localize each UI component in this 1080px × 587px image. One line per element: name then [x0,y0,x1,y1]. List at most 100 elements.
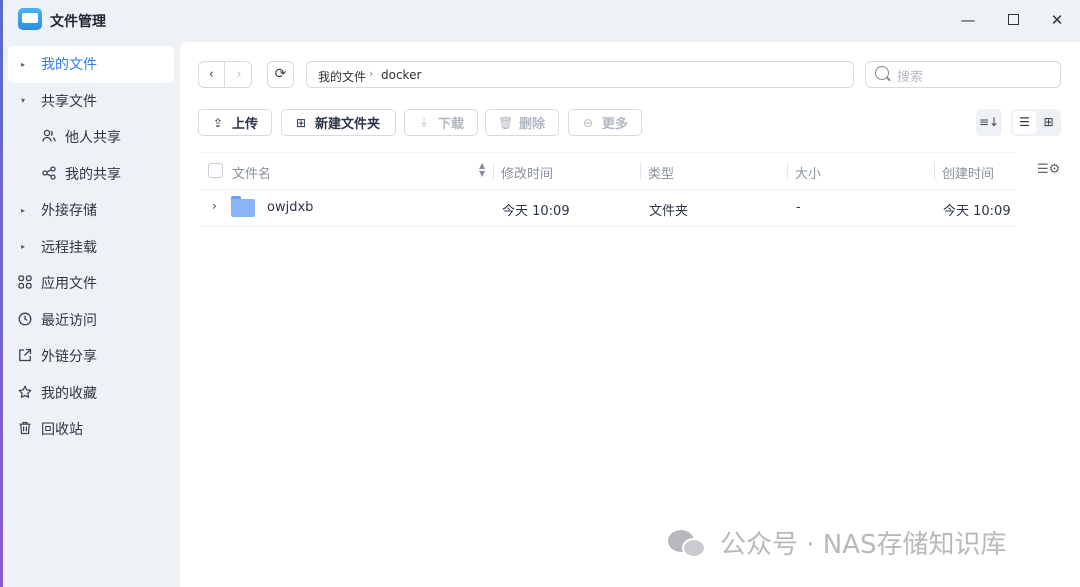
grid-view-icon: ⊞ [1043,115,1054,129]
column-settings-icon[interactable]: ☰⚙ [1037,162,1060,177]
column-divider[interactable] [934,162,935,180]
chevron-right-icon: › [369,67,374,80]
delete-button[interactable]: 🗑 删除 [485,109,559,136]
list-view-button[interactable]: ☰ [1013,111,1036,134]
sidebar-item-label: 他人共享 [65,130,121,147]
star-icon [17,385,33,401]
share-icon [41,166,57,182]
sidebar-item-my-files[interactable]: ▸ 我的文件 [8,46,174,83]
search-input[interactable]: 搜索 [865,61,1061,88]
history-nav: ‹ › [198,61,252,88]
new-folder-label: 新建文件夹 [315,117,381,132]
back-button[interactable]: ‹ [199,62,225,87]
sidebar-item-label: 外链分享 [41,349,97,366]
more-button[interactable]: ⊖ 更多 [568,109,642,136]
trash-icon: 🗑 [498,115,514,130]
sidebar-item-link-share[interactable]: 外链分享 [8,338,174,375]
sidebar-item-shared-by-others[interactable]: 他人共享 [8,119,174,156]
window-edge-accent [0,0,3,587]
sidebar-item-label: 远程挂载 [41,239,97,256]
upload-label: 上传 [232,117,259,132]
breadcrumb-docker[interactable]: docker [381,68,421,82]
sidebar-item-favorites[interactable]: 我的收藏 [8,375,174,412]
sidebar: ▸ 我的文件 ▾ 共享文件 他人共享 我的共享 ▸ 外接存储 ▸ 远程挂载 应用… [8,46,174,448]
file-type: 文件夹 [649,204,689,219]
main-panel: ‹ › ⟳ 我的文件 › docker 搜索 ⇪ 上传 ⊞ 新建文件夹 ⤓ 下载… [180,42,1080,587]
sidebar-item-shared-files[interactable]: ▾ 共享文件 [8,83,174,120]
view-toggle: ☰ ⊞ [1011,109,1061,136]
sort-button[interactable]: ≡↓ [976,109,1002,136]
sidebar-item-app-files[interactable]: 应用文件 [8,265,174,302]
sidebar-item-label: 我的收藏 [41,385,97,402]
close-button[interactable]: ✕ [1047,10,1067,30]
caret-right-icon[interactable]: ▸ [21,242,25,251]
maximize-button[interactable] [1003,10,1023,30]
refresh-button[interactable]: ⟳ [267,61,294,88]
column-header-created[interactable]: 创建时间 [942,163,994,182]
minimize-button[interactable]: — [958,10,978,30]
sidebar-item-external-storage[interactable]: ▸ 外接存储 [8,192,174,229]
trash-icon [17,421,33,437]
maximize-icon [1007,14,1019,25]
list-view-icon: ☰ [1019,115,1030,129]
column-divider[interactable] [640,162,641,180]
breadcrumb[interactable]: 我的文件 › docker [306,61,854,88]
sidebar-item-label: 应用文件 [41,276,97,293]
table-header: 文件名 ▲ ▼ 修改时间 类型 大小 创建时间 [200,152,1016,190]
upload-icon: ⇪ [212,115,224,130]
caret-right-icon[interactable]: ▸ [21,60,25,69]
file-size: - [796,200,801,215]
breadcrumb-my-files[interactable]: 我的文件 [318,68,366,85]
select-all-checkbox[interactable] [208,163,223,178]
sidebar-item-label: 共享文件 [41,93,97,110]
apps-icon [17,275,33,291]
search-placeholder: 搜索 [897,70,924,85]
sidebar-item-label: 回收站 [41,422,83,439]
window-title: 文件管理 [50,14,106,30]
column-divider[interactable] [787,162,788,180]
file-manager-app-icon [18,8,42,30]
caret-down-icon[interactable]: ▾ [21,96,25,105]
users-icon [41,129,57,145]
column-header-size[interactable]: 大小 [795,163,821,182]
search-icon [875,66,889,80]
sidebar-item-label: 外接存储 [41,203,97,220]
download-icon: ⤓ [421,115,427,129]
file-manager-window: 文件管理 — ✕ ▸ 我的文件 ▾ 共享文件 他人共享 我的共享 ▸ 外接存储 … [0,0,1080,587]
caret-right-icon[interactable]: ▸ [21,206,25,215]
download-button[interactable]: ⤓ 下载 [404,109,478,136]
delete-label: 删除 [519,117,546,132]
external-share-icon [17,348,33,364]
sidebar-item-label: 最近访问 [41,312,97,329]
file-name[interactable]: owjdxb [267,200,313,215]
download-label: 下载 [438,117,465,132]
sort-indicator-icon[interactable]: ▲ ▼ [479,162,485,178]
column-header-type[interactable]: 类型 [648,163,674,182]
clock-icon [17,312,33,328]
sidebar-item-recycle-bin[interactable]: 回收站 [8,411,174,448]
sidebar-item-label: 我的共享 [65,166,121,183]
new-folder-button[interactable]: ⊞ 新建文件夹 [281,109,396,136]
upload-button[interactable]: ⇪ 上传 [198,109,272,136]
sort-icon: ≡↓ [978,115,1000,129]
sidebar-item-my-shares[interactable]: 我的共享 [8,156,174,193]
modified-time: 今天 10:09 [502,204,570,219]
more-label: 更多 [602,117,629,132]
titlebar: 文件管理 — ✕ [0,0,1080,40]
created-time: 今天 10:09 [943,204,1011,219]
forward-button[interactable]: › [226,62,252,87]
sidebar-item-recent[interactable]: 最近访问 [8,302,174,339]
new-folder-icon: ⊞ [295,115,307,130]
wechat-icon [668,526,708,560]
column-divider[interactable] [493,162,494,180]
grid-view-button[interactable]: ⊞ [1038,111,1059,134]
column-header-name[interactable]: 文件名 [232,163,271,182]
column-header-modified[interactable]: 修改时间 [501,163,553,182]
sidebar-item-label: 我的文件 [41,57,97,74]
folder-icon [231,196,255,217]
sidebar-item-remote-mount[interactable]: ▸ 远程挂载 [8,229,174,266]
watermark: 公众号 · NAS存储知识库 [668,524,1007,561]
table-row[interactable]: › owjdxb 今天 10:09 文件夹 - 今天 10:09 [200,190,1016,227]
refresh-icon: ⟳ [274,66,287,82]
expand-chevron-icon[interactable]: › [212,199,217,213]
